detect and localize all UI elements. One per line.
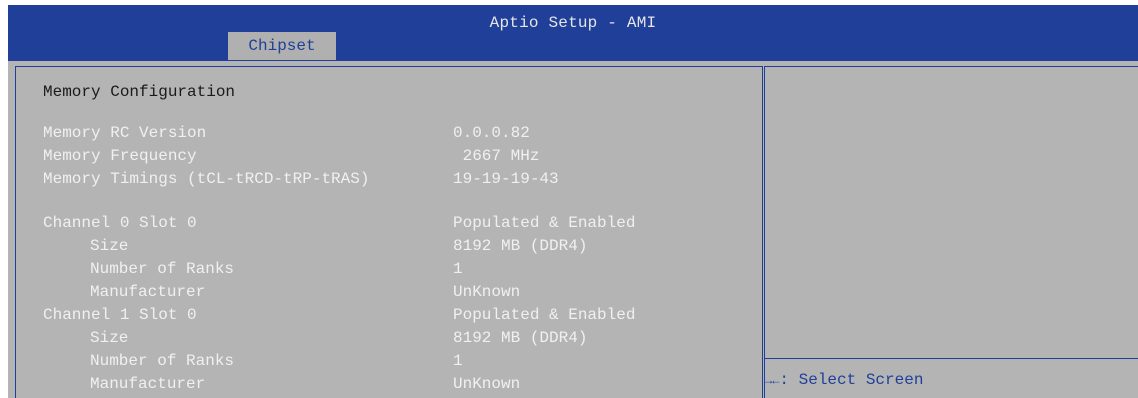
help-select-screen: →←: Select Screen xyxy=(765,371,923,389)
main-panel: Memory Configuration Memory RC Version 0… xyxy=(8,61,1138,398)
info-row-ch1-ranks: Number of Ranks 1 xyxy=(43,352,743,374)
row-label: Memory Timings (tCL-tRCD-tRP-tRAS) xyxy=(43,170,370,188)
info-row-ch1-manufacturer: Manufacturer UnKnown xyxy=(43,375,743,397)
row-value: UnKnown xyxy=(453,375,521,393)
bios-setup-screen: Aptio Setup - AMI Chipset Memory Configu… xyxy=(0,0,1138,398)
info-row-ch0-size: Size 8192 MB (DDR4) xyxy=(43,237,743,259)
help-pane: →←: Select Screen xyxy=(764,66,1138,398)
info-row-ch0-manufacturer: Manufacturer UnKnown xyxy=(43,283,743,305)
row-value: Populated & Enabled xyxy=(453,214,636,232)
info-row-timings: Memory Timings (tCL-tRCD-tRP-tRAS) 19-19… xyxy=(43,170,743,192)
info-row-channel1-slot0: Channel 1 Slot 0 Populated & Enabled xyxy=(43,306,743,328)
row-value: UnKnown xyxy=(453,283,521,301)
row-value: 2667 MHz xyxy=(453,147,540,165)
row-value: 19-19-19-43 xyxy=(453,170,559,188)
row-label: Number of Ranks xyxy=(90,260,235,278)
app-title: Aptio Setup - AMI xyxy=(489,14,657,32)
row-label: Memory RC Version xyxy=(43,124,207,142)
info-row-rc-version: Memory RC Version 0.0.0.82 xyxy=(43,124,743,146)
row-value: 1 xyxy=(453,352,463,370)
row-value: 0.0.0.82 xyxy=(453,124,530,142)
row-label: Size xyxy=(90,329,129,347)
info-row-ch0-ranks: Number of Ranks 1 xyxy=(43,260,743,282)
row-label: Channel 0 Slot 0 xyxy=(43,214,197,232)
row-label: Manufacturer xyxy=(90,375,206,393)
info-row-frequency: Memory Frequency 2667 MHz xyxy=(43,147,743,169)
title-bar: Aptio Setup - AMI Chipset xyxy=(8,5,1138,63)
row-label: Manufacturer xyxy=(90,283,206,301)
info-row-channel0-slot0: Channel 0 Slot 0 Populated & Enabled xyxy=(43,214,743,236)
row-label: Size xyxy=(90,237,129,255)
row-label: Memory Frequency xyxy=(43,147,197,165)
tab-chipset[interactable]: Chipset xyxy=(228,32,336,60)
section-heading: Memory Configuration xyxy=(43,83,236,101)
help-text: : Select Screen xyxy=(779,371,924,389)
row-label: Number of Ranks xyxy=(90,352,235,370)
row-label: Channel 1 Slot 0 xyxy=(43,306,197,324)
help-divider xyxy=(765,358,1138,359)
row-value: Populated & Enabled xyxy=(453,306,636,324)
row-value: 1 xyxy=(453,260,463,278)
info-row-ch1-size: Size 8192 MB (DDR4) xyxy=(43,329,743,351)
row-value: 8192 MB (DDR4) xyxy=(453,237,588,255)
left-right-arrow-icon: →← xyxy=(765,374,780,388)
settings-pane: Memory Configuration Memory RC Version 0… xyxy=(15,66,763,398)
row-value: 8192 MB (DDR4) xyxy=(453,329,588,347)
